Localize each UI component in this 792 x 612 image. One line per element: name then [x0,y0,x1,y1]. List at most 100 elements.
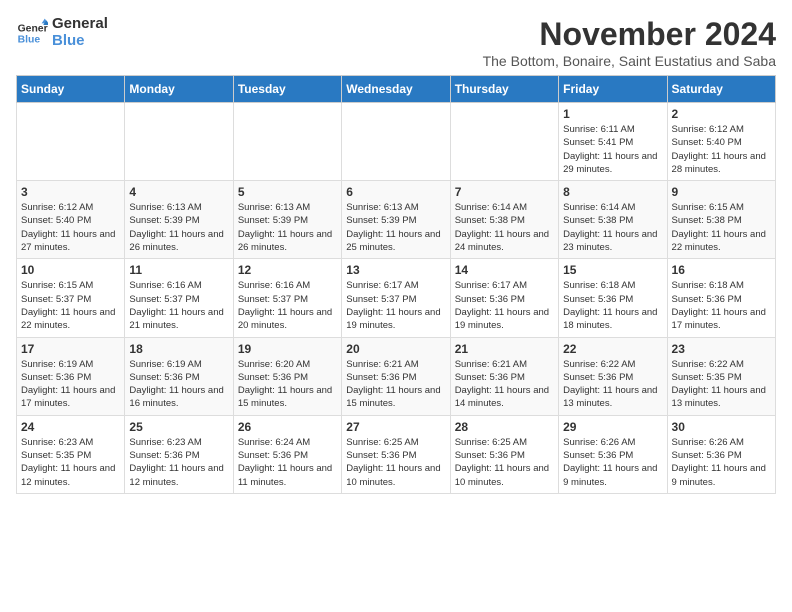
day-cell [342,103,450,181]
day-info: Sunrise: 6:15 AM Sunset: 5:37 PM Dayligh… [21,279,120,332]
day-number: 10 [21,263,120,277]
logo-line2: Blue [52,33,108,50]
day-cell: 8 Sunrise: 6:14 AM Sunset: 5:38 PM Daylig… [559,181,667,259]
day-number: 7 [455,185,554,199]
day-info: Sunrise: 6:13 AM Sunset: 5:39 PM Dayligh… [238,201,337,254]
day-number: 4 [129,185,228,199]
week-row-1: 3Sunrise: 6:12 AM Sunset: 5:40 PM Daylig… [17,181,776,259]
day-info: Sunrise: 6:14 AM Sunset: 5:38 PM Dayligh… [563,201,662,254]
day-number: 5 [238,185,337,199]
weekday-header-saturday: Saturday [667,76,775,103]
day-cell: 7 Sunrise: 6:14 AM Sunset: 5:38 PM Daylig… [450,181,558,259]
day-cell: 23Sunrise: 6:22 AM Sunset: 5:35 PM Dayli… [667,337,775,415]
day-cell: 20 Sunrise: 6:21 AM Sunset: 5:36 PM Dayli… [342,337,450,415]
calendar: SundayMondayTuesdayWednesdayThursdayFrid… [16,75,776,494]
day-info: Sunrise: 6:12 AM Sunset: 5:40 PM Dayligh… [21,201,120,254]
day-info: Sunrise: 6:18 AM Sunset: 5:36 PM Dayligh… [672,279,771,332]
day-number: 26 [238,420,337,434]
day-info: Sunrise: 6:21 AM Sunset: 5:36 PM Dayligh… [346,358,445,411]
day-cell: 24 Sunrise: 6:23 AM Sunset: 5:35 PM Dayli… [17,415,125,493]
day-info: Sunrise: 6:14 AM Sunset: 5:38 PM Dayligh… [455,201,554,254]
day-cell: 19 Sunrise: 6:20 AM Sunset: 5:36 PM Dayli… [233,337,341,415]
weekday-header-row: SundayMondayTuesdayWednesdayThursdayFrid… [17,76,776,103]
day-cell: 18 Sunrise: 6:19 AM Sunset: 5:36 PM Dayli… [125,337,233,415]
day-info: Sunrise: 6:13 AM Sunset: 5:39 PM Dayligh… [346,201,445,254]
day-cell: 10 Sunrise: 6:15 AM Sunset: 5:37 PM Dayli… [17,259,125,337]
day-info: Sunrise: 6:19 AM Sunset: 5:36 PM Dayligh… [21,358,120,411]
day-info: Sunrise: 6:17 AM Sunset: 5:36 PM Dayligh… [455,279,554,332]
day-cell: 22Sunrise: 6:22 AM Sunset: 5:36 PM Dayli… [559,337,667,415]
day-cell: 26 Sunrise: 6:24 AM Sunset: 5:36 PM Dayli… [233,415,341,493]
day-info: Sunrise: 6:24 AM Sunset: 5:36 PM Dayligh… [238,436,337,489]
day-cell: 11Sunrise: 6:16 AM Sunset: 5:37 PM Dayli… [125,259,233,337]
day-number: 21 [455,342,554,356]
weekday-header-sunday: Sunday [17,76,125,103]
day-number: 29 [563,420,662,434]
day-number: 1 [563,107,662,121]
day-info: Sunrise: 6:23 AM Sunset: 5:35 PM Dayligh… [21,436,120,489]
day-cell [17,103,125,181]
header: General Blue General Blue November 2024 … [16,16,776,69]
logo-icon: General Blue [16,17,48,49]
day-cell: 17 Sunrise: 6:19 AM Sunset: 5:36 PM Dayli… [17,337,125,415]
week-row-4: 24 Sunrise: 6:23 AM Sunset: 5:35 PM Dayli… [17,415,776,493]
day-info: Sunrise: 6:20 AM Sunset: 5:36 PM Dayligh… [238,358,337,411]
day-number: 12 [238,263,337,277]
day-number: 27 [346,420,445,434]
day-number: 13 [346,263,445,277]
day-info: Sunrise: 6:11 AM Sunset: 5:41 PM Dayligh… [563,123,662,176]
month-title: November 2024 [483,16,776,53]
day-number: 30 [672,420,771,434]
day-info: Sunrise: 6:26 AM Sunset: 5:36 PM Dayligh… [563,436,662,489]
day-number: 19 [238,342,337,356]
day-cell: 27Sunrise: 6:25 AM Sunset: 5:36 PM Dayli… [342,415,450,493]
day-number: 20 [346,342,445,356]
day-info: Sunrise: 6:19 AM Sunset: 5:36 PM Dayligh… [129,358,228,411]
day-number: 28 [455,420,554,434]
day-cell: 25Sunrise: 6:23 AM Sunset: 5:36 PM Dayli… [125,415,233,493]
svg-text:Blue: Blue [18,34,41,45]
day-cell: 30 Sunrise: 6:26 AM Sunset: 5:36 PM Dayli… [667,415,775,493]
day-cell: 21 Sunrise: 6:21 AM Sunset: 5:36 PM Dayli… [450,337,558,415]
day-cell: 16 Sunrise: 6:18 AM Sunset: 5:36 PM Dayli… [667,259,775,337]
day-cell: 4 Sunrise: 6:13 AM Sunset: 5:39 PM Daylig… [125,181,233,259]
day-number: 8 [563,185,662,199]
day-number: 25 [129,420,228,434]
day-number: 15 [563,263,662,277]
day-cell: 12 Sunrise: 6:16 AM Sunset: 5:37 PM Dayli… [233,259,341,337]
subtitle: The Bottom, Bonaire, Saint Eustatius and… [483,53,776,69]
day-number: 23 [672,342,771,356]
weekday-header-friday: Friday [559,76,667,103]
weekday-header-thursday: Thursday [450,76,558,103]
day-cell: 3Sunrise: 6:12 AM Sunset: 5:40 PM Daylig… [17,181,125,259]
svg-text:General: General [18,23,48,34]
day-info: Sunrise: 6:12 AM Sunset: 5:40 PM Dayligh… [672,123,771,176]
title-area: November 2024 The Bottom, Bonaire, Saint… [483,16,776,69]
day-info: Sunrise: 6:21 AM Sunset: 5:36 PM Dayligh… [455,358,554,411]
day-number: 6 [346,185,445,199]
day-cell: 9 Sunrise: 6:15 AM Sunset: 5:38 PM Daylig… [667,181,775,259]
day-info: Sunrise: 6:26 AM Sunset: 5:36 PM Dayligh… [672,436,771,489]
day-info: Sunrise: 6:17 AM Sunset: 5:37 PM Dayligh… [346,279,445,332]
day-number: 9 [672,185,771,199]
day-cell: 1 Sunrise: 6:11 AM Sunset: 5:41 PM Daylig… [559,103,667,181]
day-info: Sunrise: 6:13 AM Sunset: 5:39 PM Dayligh… [129,201,228,254]
day-cell: 6 Sunrise: 6:13 AM Sunset: 5:39 PM Daylig… [342,181,450,259]
day-cell: 5 Sunrise: 6:13 AM Sunset: 5:39 PM Daylig… [233,181,341,259]
day-info: Sunrise: 6:25 AM Sunset: 5:36 PM Dayligh… [455,436,554,489]
logo-line1: General [52,16,108,33]
day-number: 22 [563,342,662,356]
day-cell [233,103,341,181]
day-info: Sunrise: 6:15 AM Sunset: 5:38 PM Dayligh… [672,201,771,254]
day-number: 18 [129,342,228,356]
day-cell: 14Sunrise: 6:17 AM Sunset: 5:36 PM Dayli… [450,259,558,337]
day-info: Sunrise: 6:16 AM Sunset: 5:37 PM Dayligh… [238,279,337,332]
day-number: 16 [672,263,771,277]
day-cell: 13 Sunrise: 6:17 AM Sunset: 5:37 PM Dayli… [342,259,450,337]
week-row-2: 10 Sunrise: 6:15 AM Sunset: 5:37 PM Dayli… [17,259,776,337]
day-number: 24 [21,420,120,434]
logo: General Blue General Blue [16,16,108,49]
weekday-header-monday: Monday [125,76,233,103]
week-row-0: 1 Sunrise: 6:11 AM Sunset: 5:41 PM Daylig… [17,103,776,181]
day-number: 17 [21,342,120,356]
